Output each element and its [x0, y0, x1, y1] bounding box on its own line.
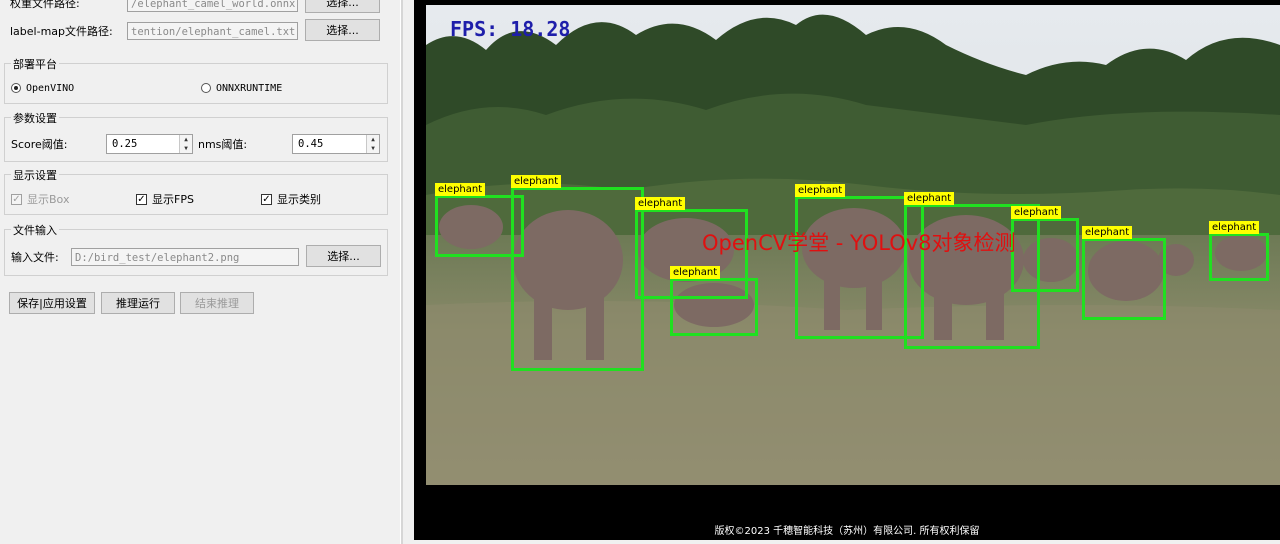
score-value: 0.25 [112, 138, 138, 150]
detection-box: elephant [1011, 206, 1079, 292]
show-class-label: 显示类别 [277, 193, 321, 206]
detection-box: elephant [1209, 221, 1269, 281]
watermark-text: OpenCV学堂 - YOLOv8对象检测 [702, 231, 1016, 255]
labelmap-label: label-map文件路径: [10, 25, 113, 38]
radio-onnxruntime-indicator[interactable] [201, 83, 211, 93]
detection-label: elephant [511, 175, 562, 188]
save-apply-button[interactable]: 保存|应用设置 [9, 292, 95, 314]
platform-group-title: 部署平台 [11, 56, 59, 72]
control-panel: 权重文件路径: /elephant_camel_world.onnx 选择...… [0, 0, 400, 544]
detection-label: elephant [435, 183, 486, 196]
radio-onnxruntime-label: ONNXRUNTIME [216, 82, 283, 94]
copyright-text: 版权©2023 千穗智能科技（苏州）有限公司. 所有权利保留 [714, 526, 980, 537]
nms-value: 0.45 [298, 138, 324, 150]
params-group-title: 参数设置 [11, 110, 59, 126]
checkbox-show-class[interactable]: ✓ 显示类别 [261, 188, 321, 210]
platform-group: 部署平台 OpenVINO ONNXRUNTIME [4, 56, 388, 104]
run-inference-button[interactable]: 推理运行 [101, 292, 175, 314]
radio-openvino-label: OpenVINO [26, 82, 75, 94]
score-label: Score阈值: [11, 138, 68, 151]
labelmap-select-button[interactable]: 选择... [305, 19, 380, 41]
show-box-label: 显示Box [27, 193, 70, 206]
input-file-label: 输入文件: [11, 251, 59, 264]
weights-row: 权重文件路径: [10, 0, 80, 14]
detection-label: elephant [1011, 206, 1062, 219]
image-viewer: elephant elephant elephant elephant elep… [414, 0, 1280, 540]
show-fps-label: 显示FPS [152, 193, 194, 206]
detection-box: elephant [1082, 226, 1166, 320]
weights-label: 权重文件路径: [10, 0, 80, 10]
stop-inference-button[interactable]: 结束推理 [180, 292, 254, 314]
detection-label: elephant [635, 197, 686, 210]
detection-label: elephant [1209, 221, 1260, 234]
detection-box: elephant [511, 175, 644, 371]
nms-label: nms阈值: [198, 138, 248, 151]
detection-label: elephant [904, 192, 955, 205]
checkbox-show-box[interactable]: ✓ 显示Box [11, 188, 69, 210]
detection-box: elephant [670, 266, 758, 336]
viewer-panel: elephant elephant elephant elephant elep… [405, 0, 1280, 544]
params-group: 参数设置 Score阈值: 0.25 ▲ ▼ nms阈值: 0.45 ▲ ▼ [4, 110, 388, 162]
detection-label: elephant [1082, 226, 1133, 239]
input-file-row: 输入文件: [11, 246, 59, 268]
display-group: 显示设置 ✓ 显示Box ✓ 显示FPS ✓ 显示类别 [4, 167, 388, 215]
nms-row: nms阈值: [198, 133, 247, 155]
score-spinbox[interactable]: 0.25 ▲ ▼ [106, 134, 193, 154]
splitter[interactable] [400, 0, 403, 544]
radio-openvino[interactable]: OpenVINO [11, 77, 74, 99]
weights-select-button[interactable]: 选择... [305, 0, 380, 13]
weights-path-field[interactable]: /elephant_camel_world.onnx [127, 0, 298, 12]
labelmap-path-field[interactable]: tention/elephant_camel.txt [127, 22, 298, 40]
input-group-title: 文件输入 [11, 222, 59, 238]
radio-openvino-indicator[interactable] [11, 83, 21, 93]
score-row: Score阈值: [11, 133, 68, 155]
show-class-check-icon[interactable]: ✓ [261, 193, 272, 205]
detection-image: elephant elephant elephant elephant elep… [426, 5, 1280, 485]
show-fps-check-icon[interactable]: ✓ [136, 193, 147, 205]
checkbox-show-fps[interactable]: ✓ 显示FPS [136, 188, 194, 210]
score-spin-arrows[interactable]: ▲ ▼ [179, 135, 192, 153]
detection-label: elephant [670, 266, 721, 279]
nms-spinbox[interactable]: 0.45 ▲ ▼ [292, 134, 380, 154]
display-group-title: 显示设置 [11, 167, 59, 183]
detection-label: elephant [795, 184, 846, 197]
input-file-field[interactable]: D:/bird_test/elephant2.png [71, 248, 299, 266]
show-box-check-icon[interactable]: ✓ [11, 193, 22, 205]
nms-spin-arrows[interactable]: ▲ ▼ [366, 135, 379, 153]
radio-onnxruntime[interactable]: ONNXRUNTIME [201, 77, 282, 99]
fps-overlay: FPS: 18.28 [450, 17, 571, 41]
input-group: 文件输入 输入文件: D:/bird_test/elephant2.png 选择… [4, 222, 388, 276]
input-select-button[interactable]: 选择... [306, 245, 381, 267]
labelmap-row: label-map文件路径: [10, 20, 113, 42]
